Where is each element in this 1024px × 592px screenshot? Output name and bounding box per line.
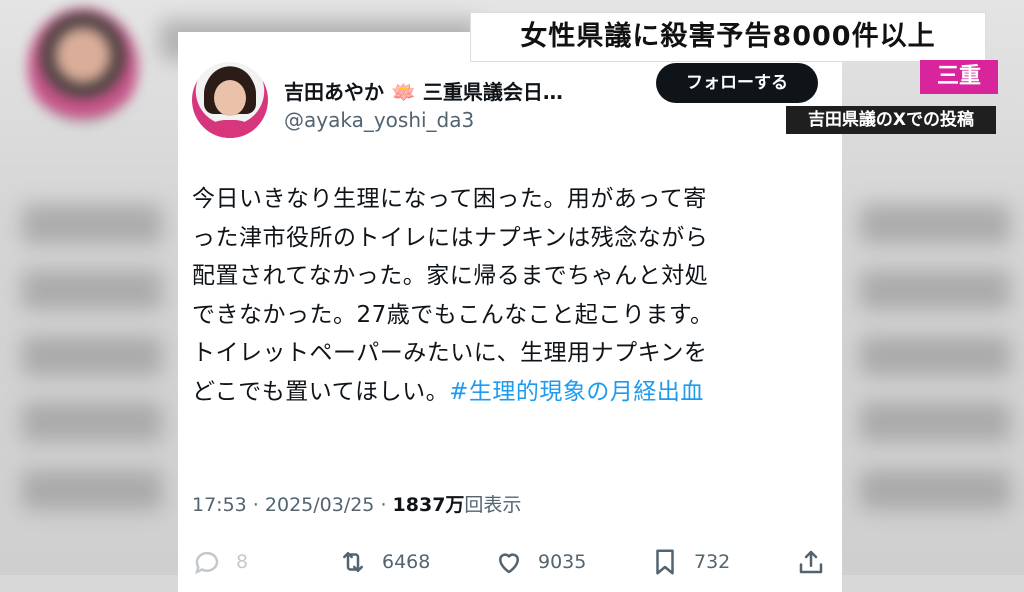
blurred-text bbox=[860, 270, 1010, 310]
retweet-button[interactable]: 6468 bbox=[338, 542, 430, 582]
user-handle[interactable]: @ayaka_yoshi_da3 bbox=[284, 108, 474, 132]
tweet-date[interactable]: 2025/03/25 bbox=[265, 494, 375, 516]
bookmark-button[interactable]: 732 bbox=[650, 542, 730, 582]
source-caption: 吉田県議のXでの投稿 bbox=[786, 106, 996, 134]
region-badge: 三重 bbox=[920, 60, 998, 94]
tweet-time[interactable]: 17:53 bbox=[192, 494, 247, 516]
retweet-count: 6468 bbox=[382, 551, 431, 573]
views-suffix: 回表示 bbox=[464, 494, 522, 516]
avatar[interactable] bbox=[192, 62, 268, 138]
reply-button[interactable]: 8 bbox=[192, 542, 248, 582]
tweet-meta: 17:53 · 2025/03/25 · 1837万回表示 bbox=[192, 494, 522, 516]
lotus-emoji-icon: 🪷 bbox=[390, 80, 416, 104]
tweet-body-last-line: どこでも置いてほしい。#生理的現象の月経出血 bbox=[192, 373, 828, 412]
bookmark-icon bbox=[656, 549, 674, 575]
blurred-text bbox=[22, 402, 162, 442]
news-headline: 女性県議に殺害予告8000件以上 bbox=[470, 12, 986, 62]
hashtag-link[interactable]: #生理的現象の月経出血 bbox=[449, 379, 704, 405]
share-button[interactable] bbox=[796, 542, 840, 582]
follow-button[interactable]: フォローする bbox=[656, 63, 818, 103]
views-count: 1837万 bbox=[392, 494, 465, 516]
tweet-body: 今日いきなり生理になって困った。用があって寄 った津市役所のトイレにはナプキンは… bbox=[192, 180, 828, 411]
tweet-body-line: トイレットペーパーみたいに、生理用ナプキンを bbox=[192, 340, 708, 366]
blurred-text bbox=[22, 204, 162, 244]
tweet-body-line: 配置されてなかった。家に帰るまでちゃんと対処 bbox=[192, 263, 709, 289]
like-count: 9035 bbox=[538, 551, 587, 573]
tweet-body-line: どこでも置いてほしい。 bbox=[192, 378, 450, 405]
blurred-text bbox=[22, 270, 162, 310]
reply-icon bbox=[195, 551, 219, 575]
blurred-text bbox=[860, 402, 1010, 442]
reply-count: 8 bbox=[236, 551, 249, 573]
action-bar: 8 6468 9035 732 bbox=[178, 542, 842, 582]
display-name-text: 吉田あやか bbox=[284, 80, 384, 104]
heart-icon bbox=[499, 553, 519, 574]
bookmark-count: 732 bbox=[694, 551, 731, 573]
blurred-avatar bbox=[28, 8, 138, 126]
tweet-body-line: 今日いきなり生理になって困った。用があって寄 bbox=[192, 186, 707, 212]
share-icon bbox=[799, 550, 823, 574]
display-name-suffix: 三重県議会日… bbox=[422, 80, 563, 104]
blurred-text bbox=[22, 336, 162, 376]
blurred-text bbox=[860, 470, 1010, 510]
like-button[interactable]: 9035 bbox=[494, 542, 586, 582]
tweet-body-line: できなかった。27歳でもこんなこと起こります。 bbox=[192, 301, 714, 328]
tweet-body-line: った津市役所のトイレにはナプキンは残念ながら bbox=[192, 224, 709, 251]
blurred-text bbox=[860, 336, 1010, 376]
blurred-text bbox=[22, 470, 162, 510]
tweet-card: 吉田あやか 🪷 三重県議会日… @ayaka_yoshi_da3 フォローする … bbox=[178, 32, 842, 592]
display-name[interactable]: 吉田あやか 🪷 三重県議会日… bbox=[284, 76, 563, 105]
retweet-icon bbox=[343, 552, 363, 572]
blurred-text bbox=[860, 204, 1010, 244]
